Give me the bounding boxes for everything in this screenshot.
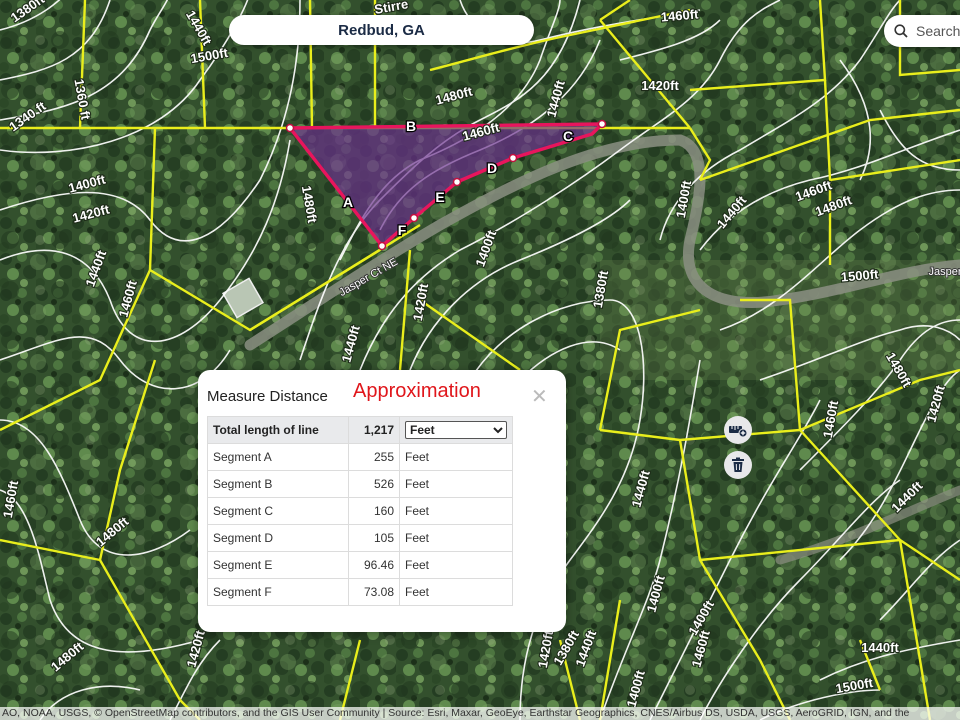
contour-label: 1440ft [861, 640, 899, 655]
segment-label: Segment D [207, 524, 349, 552]
total-row: Total length of line 1,217 Feet [207, 416, 513, 444]
measure-table: Total length of line 1,217 Feet Segment … [207, 416, 513, 606]
table-row: Segment F 73.08 Feet [207, 578, 513, 606]
segment-label: Segment C [207, 497, 349, 525]
road-label: Jasper [928, 266, 960, 278]
panel-title: Measure Distance [207, 388, 328, 405]
add-measure-icon [729, 426, 748, 438]
table-row: Segment D 105 Feet [207, 524, 513, 552]
segment-unit: Feet [399, 443, 513, 471]
total-value: 1,217 [348, 416, 400, 444]
segment-value: 105 [348, 524, 400, 552]
close-icon[interactable]: ✕ [531, 387, 548, 407]
segment-value: 255 [348, 443, 400, 471]
total-label: Total length of line [207, 416, 349, 444]
unit-select[interactable]: Feet [405, 421, 507, 439]
segment-letter-c: C [563, 128, 573, 144]
segment-value: 96.46 [348, 551, 400, 579]
segment-unit: Feet [399, 551, 513, 579]
search-placeholder: Search a [916, 23, 960, 39]
table-row: Segment B 526 Feet [207, 470, 513, 498]
location-title-pill[interactable]: Redbud, GA [229, 15, 534, 45]
segment-unit: Feet [399, 524, 513, 552]
segment-unit: Feet [399, 578, 513, 606]
measure-distance-panel: Measure Distance Approximation ✕ Total l… [198, 370, 752, 632]
segment-value: 526 [348, 470, 400, 498]
segment-value: 160 [348, 497, 400, 525]
unit-cell: Feet [399, 416, 513, 444]
table-row: Segment A 255 Feet [207, 443, 513, 471]
segment-label: Segment F [207, 578, 349, 606]
table-row: Segment C 160 Feet [207, 497, 513, 525]
segment-label: Segment A [207, 443, 349, 471]
approximation-annotation: Approximation [353, 380, 481, 402]
location-title: Redbud, GA [338, 21, 425, 39]
segment-unit: Feet [399, 497, 513, 525]
segment-letter-f: F [398, 222, 407, 238]
segment-label: Segment E [207, 551, 349, 579]
trash-icon [732, 457, 744, 472]
segment-unit: Feet [399, 470, 513, 498]
map-attribution: AO, NOAA, USGS, © OpenStreetMap contribu… [0, 707, 960, 720]
segment-letter-b: B [406, 118, 416, 134]
contour-label: 1420ft [641, 78, 679, 93]
segment-value: 73.08 [348, 578, 400, 606]
search-icon [894, 24, 908, 38]
segment-letter-e: E [435, 189, 444, 205]
segment-letter-d: D [487, 160, 497, 176]
delete-measure-button[interactable] [724, 451, 752, 479]
segment-label: Segment B [207, 470, 349, 498]
table-row: Segment E 96.46 Feet [207, 551, 513, 579]
search-box[interactable]: Search a [884, 15, 960, 47]
segment-letter-a: A [343, 194, 353, 210]
add-measure-button[interactable] [724, 416, 752, 444]
